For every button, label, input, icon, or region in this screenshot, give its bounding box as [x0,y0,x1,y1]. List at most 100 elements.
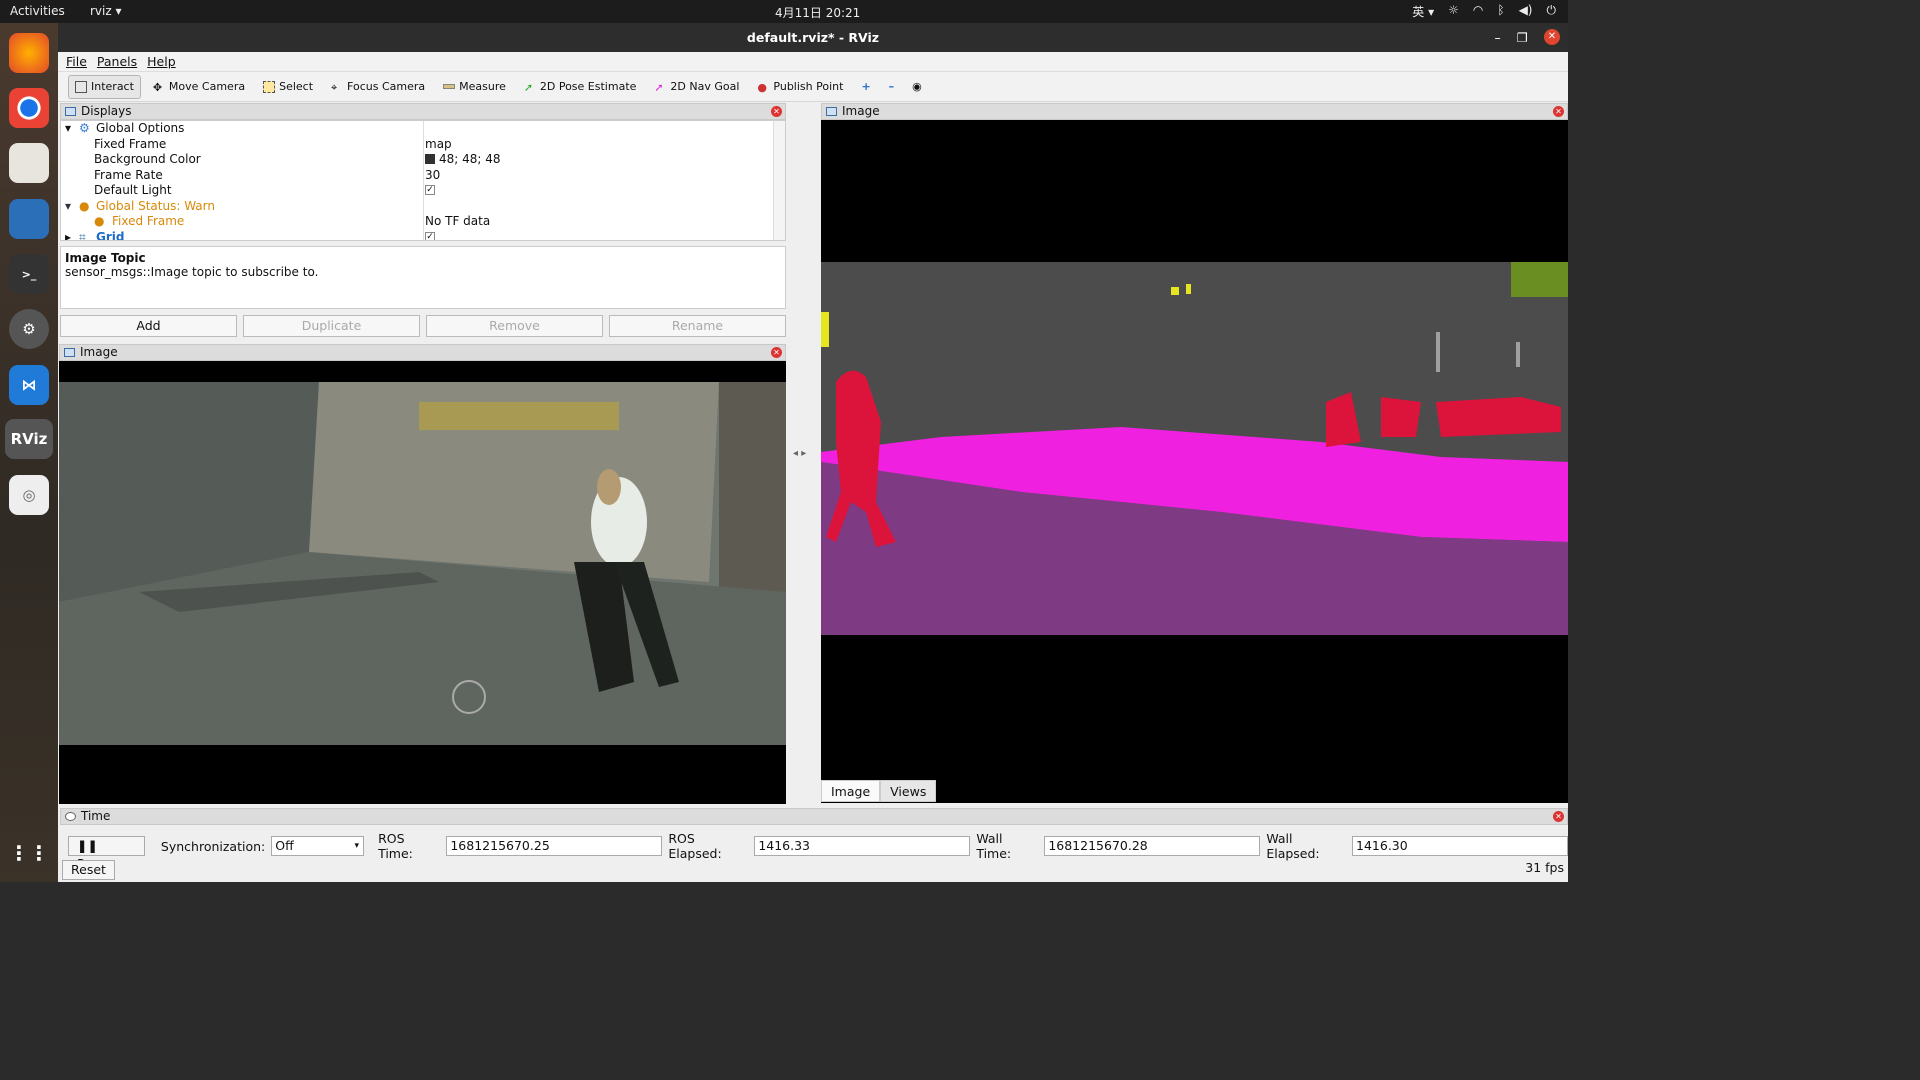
plus-icon: + [861,80,871,93]
fixed-frame-value[interactable]: map [425,137,452,152]
tree-row-status-fixed-frame[interactable]: ● Fixed Frame No TF data [61,214,773,230]
right-image-panel: Image ✕ [821,103,1568,803]
time-panel: Time ✕ ❚❚ Pause Synchronization: Off▾ RO… [60,808,1569,882]
firefox-icon[interactable] [9,33,49,73]
expand-icon[interactable]: ▾ [65,121,71,136]
grid-icon: ⌗ [79,229,86,241]
bluetooth-icon: ᛒ [1497,3,1505,17]
chevron-down-icon: ▾ [354,841,360,851]
move-camera-tool[interactable]: ✥ Move Camera [147,75,251,99]
app-menu[interactable]: rviz ▾ [90,4,122,18]
tab-image[interactable]: Image [821,780,881,802]
tree-row-global-status[interactable]: ▾ ● Global Status: Warn [61,199,773,215]
wall-time-field[interactable]: 1681215670.28 [1044,836,1261,856]
ros-elapsed-field[interactable]: 1416.33 [754,836,971,856]
rename-button[interactable]: Rename [609,315,786,337]
menu-panels[interactable]: Panels [97,52,137,71]
pause-button[interactable]: ❚❚ Pause [68,836,145,871]
rviz-icon[interactable]: RViz [5,419,53,459]
green-arrow-icon: ➚ [523,80,534,94]
vscode-icon[interactable]: ⋈ [9,365,49,405]
menu-help[interactable]: Help [147,52,176,71]
tree-row-grid[interactable]: ▸ ⌗ Grid ✓ [61,229,773,241]
menu-bar: File Panels Help [58,52,1568,72]
description-text: sensor_msgs::Image topic to subscribe to… [65,265,319,279]
tree-row-default-light[interactable]: Default Light ✓ [61,183,773,199]
fps-counter: 31 fps [1525,860,1564,875]
sync-select[interactable]: Off ▾ [271,836,365,856]
close-icon[interactable]: ✕ [1553,811,1564,822]
maximize-icon[interactable]: ❐ [1517,23,1528,52]
files-icon[interactable] [9,143,49,183]
expand-icon[interactable]: ▸ [65,230,71,241]
status-fixed-frame-value: No TF data [425,214,491,228]
gear-icon: ⚙ [79,121,90,135]
volume-icon: ◀) [1518,3,1533,17]
frame-rate-value[interactable]: 30 [425,168,440,183]
select-tool[interactable]: Select [257,75,319,99]
cursor-icon [75,80,87,93]
warning-icon: ● [79,198,90,213]
ros-elapsed-label: ROS Elapsed: [668,831,722,861]
software-icon[interactable]: ◎ [9,475,49,515]
tool-bar: Interact ✥ Move Camera Select ⌖ Focus Came… [58,72,1568,102]
chrome-icon[interactable] [9,88,49,128]
terminal-icon[interactable]: >_ [9,254,49,294]
minus-icon: – [888,80,895,93]
writer-icon[interactable] [9,199,49,239]
pose-estimate-tool[interactable]: ➚ 2D Pose Estimate [518,75,643,99]
displays-title: Displays [81,104,132,118]
add-tool-button[interactable]: + [855,75,876,99]
settings-icon[interactable]: ⚙ [9,309,49,349]
reset-button[interactable]: Reset [62,860,115,880]
grid-checkbox[interactable]: ✓ [425,231,435,240]
background-color-value[interactable]: 48; 48; 48 [425,152,501,167]
measure-tool[interactable]: Measure [437,75,512,99]
system-tray[interactable]: 英 ▾ ☼ ◠ ᛒ ◀) ⏻ [1412,3,1556,20]
close-icon[interactable]: ✕ [1544,29,1560,45]
menu-file[interactable]: File [66,52,87,71]
splitter-handle[interactable]: ◂ ▸ [793,448,806,459]
duplicate-button[interactable]: Duplicate [243,315,420,337]
tree-row-frame-rate[interactable]: Frame Rate 30 [61,168,773,184]
expand-icon[interactable]: ▾ [65,199,71,214]
segmentation-scene [821,262,1568,635]
left-image-panel: Image ✕ [59,344,786,804]
tab-views[interactable]: Views [880,780,937,802]
tree-row-background-color[interactable]: Background Color 48; 48; 48 [61,152,773,168]
displays-scrollbar[interactable] [773,121,785,240]
add-button[interactable]: Add [60,315,237,337]
time-controls: ❚❚ Pause Synchronization: Off▾ ROS Time:… [68,831,1569,871]
street-scene [59,382,786,745]
close-icon[interactable]: ✕ [771,347,782,358]
time-header: Time ✕ [60,808,1568,825]
tree-row-global-options[interactable]: ▾ ⚙ Global Options [61,121,773,137]
publish-point-tool[interactable]: ● Publish Point [751,75,849,99]
default-light-checkbox[interactable]: ✓ [425,185,435,195]
fixed-frame-label: Fixed Frame [94,136,167,151]
focus-camera-tool[interactable]: ⌖ Focus Camera [325,75,431,99]
activities-button[interactable]: Activities [10,4,65,18]
right-image-header: Image ✕ [821,103,1568,120]
ime-indicator[interactable]: 英 ▾ [1412,3,1434,20]
system-top-bar: Activities rviz ▾ 4月11日 20:21 英 ▾ ☼ ◠ ᛒ … [0,0,1568,23]
tree-row-fixed-frame[interactable]: Fixed Frame map [61,137,773,153]
tool-properties-button[interactable]: ◉ [906,75,928,99]
time-title: Time [81,809,111,823]
wall-elapsed-field[interactable]: 1416.30 [1352,836,1569,856]
nav-goal-tool[interactable]: ➚ 2D Nav Goal [648,75,745,99]
remove-tool-button[interactable]: – [883,75,901,99]
clock[interactable]: 4月11日 20:21 [775,4,860,21]
status-fixed-frame-label: Fixed Frame [112,214,185,228]
minimize-icon[interactable]: – [1495,23,1501,52]
app-grid-icon[interactable]: ⋮⋮ [9,833,49,873]
interact-tool[interactable]: Interact [68,74,141,99]
power-icon: ⏻ [1546,3,1557,17]
image-icon [826,107,837,116]
close-icon[interactable]: ✕ [1553,106,1564,117]
remove-button[interactable]: Remove [426,315,603,337]
select-icon [263,80,276,93]
ros-time-field[interactable]: 1681215670.25 [446,836,663,856]
close-icon[interactable]: ✕ [771,106,782,117]
pause-icon: ❚❚ [77,838,98,853]
